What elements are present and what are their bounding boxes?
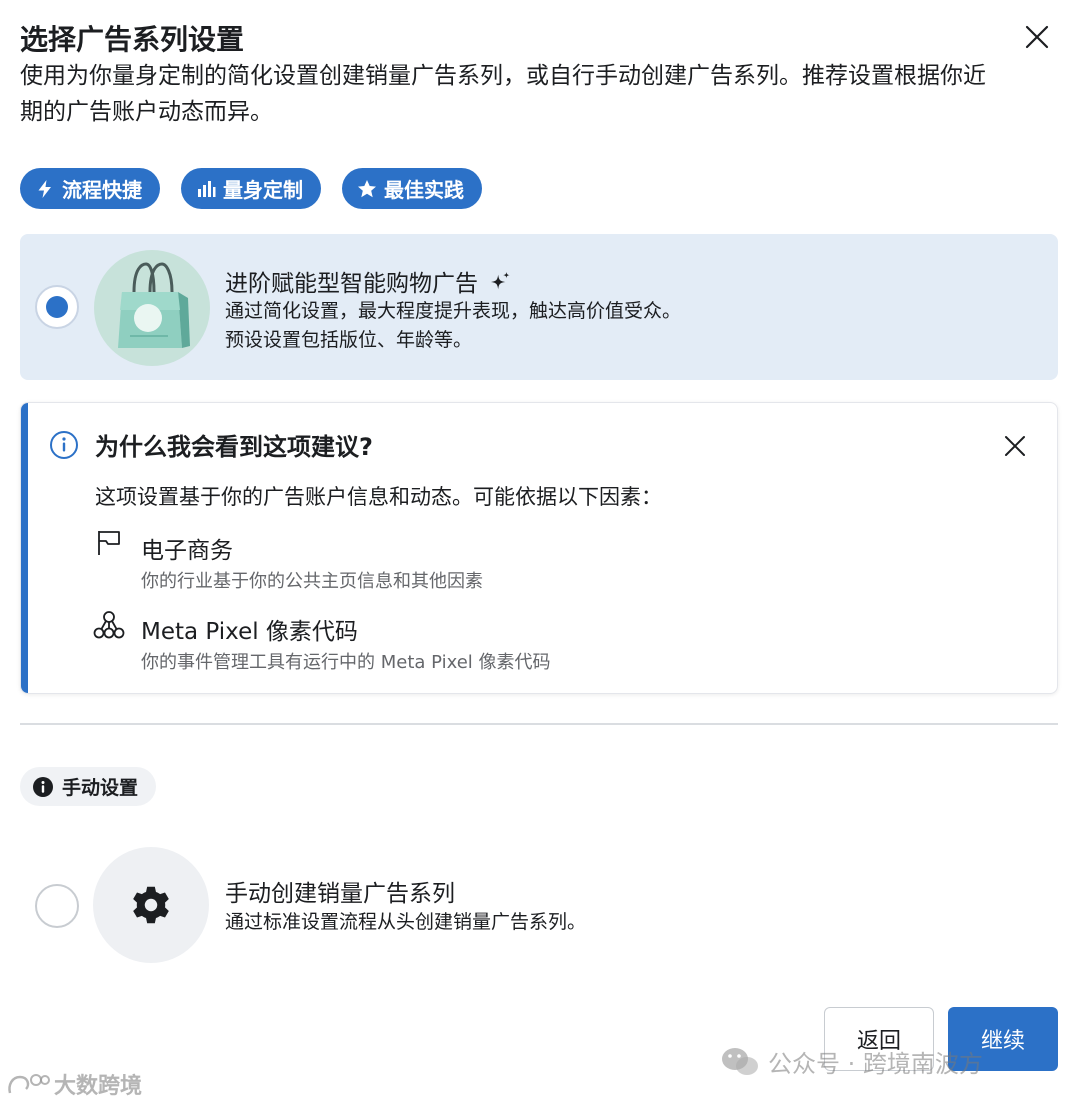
factor-desc-ecommerce: 你的行业基于你的公共主页信息和其他因素 <box>141 571 483 592</box>
gear-icon <box>133 886 169 924</box>
dialog-subtitle: 使用为你量身定制的简化设置创建销量广告系列，或自行手动创建广告系列。推荐设置根据… <box>20 63 986 125</box>
wechat-icon <box>722 1047 758 1075</box>
manual-option-desc: 通过标准设置流程从头创建销量广告系列。 <box>225 911 587 933</box>
watermark-logo-icon <box>8 1074 50 1094</box>
info-accent-bar <box>21 403 28 693</box>
lightning-icon <box>38 179 51 198</box>
dialog-title: 选择广告系列设置 <box>20 23 245 56</box>
advantage-radio-selected[interactable] <box>35 285 79 329</box>
why-recommendation-panel: 为什么我会看到这项建议? 这项设置基于你的广告账户信息和动态。可能依据以下因素：… <box>20 402 1058 694</box>
tag-label: 最佳实践 <box>384 178 464 202</box>
info-icon <box>50 431 78 459</box>
shopping-bag-illustration <box>94 250 210 366</box>
tag-label: 量身定制 <box>223 178 303 202</box>
tag-best-practice: 最佳实践 <box>342 168 482 209</box>
info-body: 这项设置基于你的广告账户信息和动态。可能依据以下因素： <box>95 485 662 509</box>
flag-icon <box>98 531 120 555</box>
star-icon <box>358 179 376 197</box>
close-info-button[interactable] <box>998 429 1032 463</box>
factor-desc-pixel: 你的事件管理工具有运行中的 Meta Pixel 像素代码 <box>141 652 551 673</box>
info-title: 为什么我会看到这项建议? <box>95 433 373 461</box>
advantage-option-desc-2: 预设设置包括版位、年龄等。 <box>225 329 473 351</box>
manual-chip-label: 手动设置 <box>62 777 139 799</box>
advantage-shopping-option[interactable]: 进阶赋能型智能购物广告 通过简化设置，最大程度提升表现，触达高价值受众。 预设设… <box>20 234 1058 380</box>
factor-name-ecommerce: 电子商务 <box>141 538 233 564</box>
wechat-watermark: 公众号 · 跨境南波方 <box>720 1044 983 1079</box>
bottom-left-watermark: 大数跨境 <box>6 1068 142 1100</box>
tag-label: 流程快捷 <box>62 178 142 202</box>
sparkle-icon <box>491 271 510 290</box>
pixel-icon <box>93 611 125 639</box>
wechat-watermark-text: 公众号 · 跨境南波方 <box>768 1050 983 1078</box>
radio-dot <box>46 296 68 318</box>
option-title-text: 进阶赋能型智能购物广告 <box>225 271 478 297</box>
manual-setup-chip: 手动设置 <box>20 767 157 806</box>
shopping-bag-icon <box>118 262 190 348</box>
bar-chart-icon <box>198 180 216 197</box>
manual-radio[interactable] <box>35 884 79 928</box>
close-icon <box>1005 436 1025 456</box>
close-icon <box>1025 25 1049 49</box>
section-divider <box>20 723 1058 725</box>
gear-illustration <box>93 847 209 963</box>
info-filled-icon <box>33 776 53 797</box>
advantage-option-desc-1: 通过简化设置，最大程度提升表现，触达高价值受众。 <box>225 300 682 322</box>
tag-tailored: 量身定制 <box>181 168 321 209</box>
tag-fast-process: 流程快捷 <box>20 168 160 209</box>
bottom-left-watermark-text: 大数跨境 <box>54 1074 143 1099</box>
factor-name-pixel: Meta Pixel 像素代码 <box>141 619 358 645</box>
manual-option-title: 手动创建销量广告系列 <box>225 881 455 907</box>
advantage-option-title: 进阶赋能型智能购物广告 <box>225 264 511 298</box>
close-dialog-button[interactable] <box>1020 20 1054 54</box>
